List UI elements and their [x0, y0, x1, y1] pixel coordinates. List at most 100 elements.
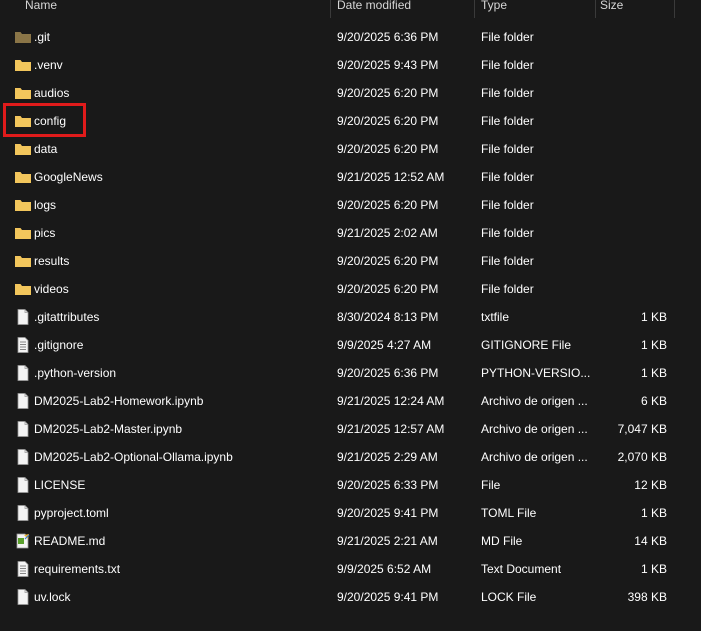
- file-type: txtfile: [481, 310, 510, 324]
- blank-file-icon: [14, 505, 32, 521]
- file-row[interactable]: DM2025-Lab2-Optional-Ollama.ipynb 9/21/20…: [0, 443, 701, 471]
- file-size: 2,070 KB: [617, 450, 667, 464]
- file-type: Archivo de origen ...: [481, 450, 588, 464]
- file-date-modified: 9/20/2025 9:43 PM: [337, 58, 439, 72]
- file-type: File folder: [481, 226, 534, 240]
- file-row[interactable]: pics 9/21/2025 2:02 AM File folder: [0, 219, 701, 247]
- file-type: TOML File: [481, 506, 537, 520]
- file-name: .gitattributes: [34, 310, 100, 324]
- column-divider[interactable]: [474, 0, 475, 18]
- file-type: Text Document: [481, 562, 562, 576]
- folder-icon: [14, 281, 32, 297]
- file-row[interactable]: .git 9/20/2025 6:36 PM File folder: [0, 23, 701, 51]
- file-row[interactable]: GoogleNews 9/21/2025 12:52 AM File folder: [0, 163, 701, 191]
- file-row[interactable]: videos 9/20/2025 6:20 PM File folder: [0, 275, 701, 303]
- file-size: 1 KB: [640, 366, 667, 380]
- column-divider[interactable]: [674, 0, 675, 18]
- file-name: videos: [34, 282, 69, 296]
- column-divider[interactable]: [595, 0, 596, 18]
- file-row[interactable]: .python-version 9/20/2025 6:36 PM PYTHON-V…: [0, 359, 701, 387]
- file-type: Archivo de origen ...: [481, 422, 588, 436]
- file-row[interactable]: config 9/20/2025 6:20 PM File folder: [0, 107, 701, 135]
- file-row[interactable]: LICENSE 9/20/2025 6:33 PM File 12 KB: [0, 471, 701, 499]
- file-size: 14 KB: [634, 534, 667, 548]
- folder-icon: [14, 169, 32, 185]
- file-date-modified: 9/20/2025 9:41 PM: [337, 506, 439, 520]
- column-header-date-modified[interactable]: Date modified: [337, 0, 411, 16]
- file-type: Archivo de origen ...: [481, 394, 588, 408]
- file-type: PYTHON-VERSIO...: [481, 366, 591, 380]
- file-date-modified: 9/20/2025 6:20 PM: [337, 198, 439, 212]
- file-date-modified: 9/21/2025 2:21 AM: [337, 534, 438, 548]
- blank-file-icon: [14, 393, 32, 409]
- file-type: File folder: [481, 254, 534, 268]
- file-row[interactable]: .venv 9/20/2025 9:43 PM File folder: [0, 51, 701, 79]
- column-divider[interactable]: [330, 0, 331, 18]
- column-header-type[interactable]: Type: [481, 0, 507, 16]
- file-size: [600, 219, 667, 247]
- folder-icon: [14, 197, 32, 213]
- file-row[interactable]: DM2025-Lab2-Master.ipynb 9/21/2025 12:57 …: [0, 415, 701, 443]
- folder-icon: [14, 253, 32, 269]
- file-type: File folder: [481, 282, 534, 296]
- file-size: [600, 135, 667, 163]
- file-name: pyproject.toml: [34, 506, 109, 520]
- file-type: File folder: [481, 142, 534, 156]
- file-date-modified: 9/21/2025 12:57 AM: [337, 422, 445, 436]
- file-size: 1 KB: [640, 338, 667, 352]
- file-size: 1 KB: [640, 562, 667, 576]
- file-date-modified: 9/20/2025 6:20 PM: [337, 114, 439, 128]
- file-date-modified: 9/20/2025 6:33 PM: [337, 478, 439, 492]
- folder-icon: [14, 57, 32, 73]
- folder-icon: [14, 141, 32, 157]
- blank-file-icon: [14, 477, 32, 493]
- file-row[interactable]: results 9/20/2025 6:20 PM File folder: [0, 247, 701, 275]
- file-date-modified: 9/20/2025 6:36 PM: [337, 30, 439, 44]
- file-row[interactable]: uv.lock 9/20/2025 9:41 PM LOCK File 398 KB: [0, 583, 701, 611]
- file-name: .python-version: [34, 366, 117, 380]
- file-type: File folder: [481, 198, 534, 212]
- file-row[interactable]: data 9/20/2025 6:20 PM File folder: [0, 135, 701, 163]
- folder-icon: [14, 85, 32, 101]
- file-row[interactable]: pyproject.toml 9/20/2025 9:41 PM TOML File…: [0, 499, 701, 527]
- file-type: File folder: [481, 58, 534, 72]
- file-row[interactable]: requirements.txt 9/9/2025 6:52 AM Text Doc…: [0, 555, 701, 583]
- column-header-name[interactable]: Name: [25, 0, 57, 16]
- file-row[interactable]: DM2025-Lab2-Homework.ipynb 9/21/2025 12:2…: [0, 387, 701, 415]
- file-date-modified: 9/20/2025 6:20 PM: [337, 254, 439, 268]
- file-date-modified: 9/21/2025 12:52 AM: [337, 170, 445, 184]
- blank-file-icon: [14, 421, 32, 437]
- column-header-size[interactable]: Size: [600, 0, 623, 16]
- file-size: 1 KB: [640, 506, 667, 520]
- file-name: DM2025-Lab2-Master.ipynb: [34, 422, 183, 436]
- file-row[interactable]: logs 9/20/2025 6:20 PM File folder: [0, 191, 701, 219]
- file-date-modified: 9/20/2025 6:20 PM: [337, 86, 439, 100]
- file-name: pics: [34, 226, 56, 240]
- file-size: [600, 107, 667, 135]
- file-type: LOCK File: [481, 590, 537, 604]
- file-date-modified: 9/21/2025 2:02 AM: [337, 226, 438, 240]
- file-size: [600, 275, 667, 303]
- file-row[interactable]: README.md 9/21/2025 2:21 AM MD File 14 KB: [0, 527, 701, 555]
- file-date-modified: 9/21/2025 12:24 AM: [337, 394, 445, 408]
- file-size: [600, 23, 667, 51]
- file-list: .git 9/20/2025 6:36 PM File folder .venv 9/2…: [0, 23, 701, 611]
- file-date-modified: 9/9/2025 4:27 AM: [337, 338, 432, 352]
- file-size: [600, 51, 667, 79]
- file-name: logs: [34, 198, 57, 212]
- file-row[interactable]: .gitattributes 8/30/2024 8:13 PM txtfile 1 …: [0, 303, 701, 331]
- file-name: GoogleNews: [34, 170, 103, 184]
- file-row[interactable]: .gitignore 9/9/2025 4:27 AM GITIGNORE File…: [0, 331, 701, 359]
- file-date-modified: 9/20/2025 6:36 PM: [337, 366, 439, 380]
- file-date-modified: 9/20/2025 6:20 PM: [337, 142, 439, 156]
- text-file-icon: [14, 561, 32, 577]
- file-size: 1 KB: [640, 310, 667, 324]
- file-name: data: [34, 142, 58, 156]
- file-row[interactable]: audios 9/20/2025 6:20 PM File folder: [0, 79, 701, 107]
- blank-file-icon: [14, 449, 32, 465]
- file-size: [600, 247, 667, 275]
- file-name: .venv: [34, 58, 63, 72]
- file-name: README.md: [34, 534, 106, 548]
- file-name: .git: [34, 30, 51, 44]
- markdown-file-icon: [14, 533, 32, 549]
